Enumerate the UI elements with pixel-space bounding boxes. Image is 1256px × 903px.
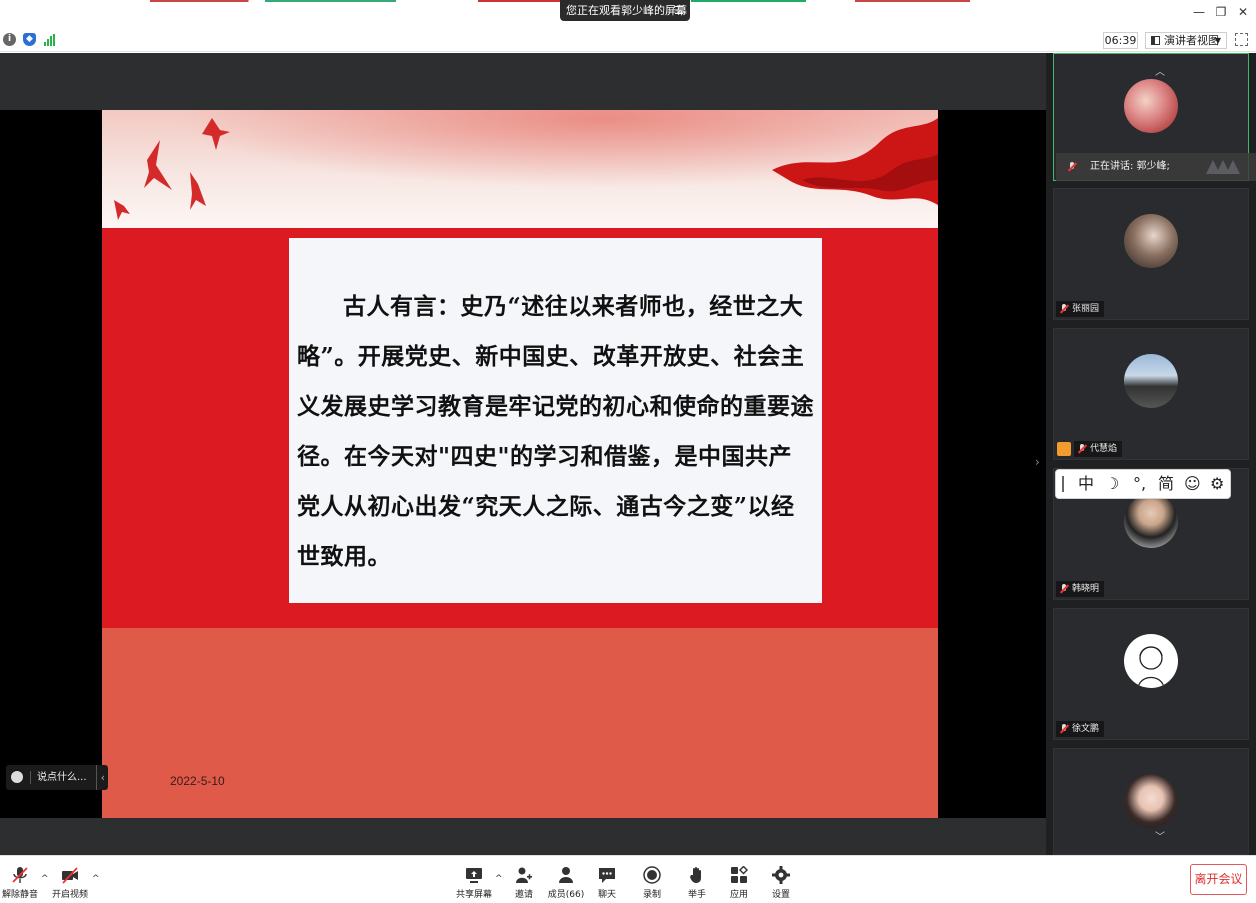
collapse-chat-icon[interactable]: ‹	[95, 765, 105, 790]
window-titlebar: 您正在观看郭少峰的屏幕 ☰ — ❐ ✕	[0, 0, 1256, 28]
record-icon	[643, 866, 661, 884]
speaker-view-icon	[1151, 36, 1160, 45]
view-mode-dropdown[interactable]: 演讲者视图 ▼	[1145, 32, 1227, 49]
dove-and-ribbon-decoration	[114, 118, 938, 220]
participant-name: 张丽园	[1056, 301, 1105, 317]
viewing-text: 您正在观看郭少峰的屏幕	[566, 4, 687, 17]
video-options-icon[interactable]: ^	[92, 874, 100, 884]
shield-icon[interactable]: ◆	[23, 33, 36, 46]
audio-options-icon[interactable]: ^	[41, 874, 49, 884]
scroll-up-icon[interactable]: ︿	[1136, 66, 1184, 80]
script-toggle[interactable]: 简	[1158, 470, 1174, 498]
mic-muted-icon	[1077, 444, 1088, 454]
host-badge-icon	[1057, 442, 1071, 456]
participant-name: 韩晓明	[1056, 581, 1105, 597]
meeting-controls: 解除静音 ^ 开启视频 ^ 共享屏幕 ^ 邀请 成员(66) 聊天 录制 举手 …	[0, 855, 1256, 902]
info-icon[interactable]: i	[3, 33, 16, 46]
avatar	[1124, 79, 1178, 133]
participant-name-text: 张丽园	[1072, 304, 1100, 314]
mic-muted-icon	[1059, 304, 1070, 314]
participant-tile[interactable]: 代慧焰	[1053, 328, 1249, 460]
participant-name: 徐文鹏	[1056, 721, 1105, 737]
leave-meeting-button[interactable]: 离开会议	[1190, 864, 1247, 895]
participant-video-panel: ︿ 正在讲话: 郭少峰; 张丽园 代慧焰 韩晓明 徐文鹏 ﹀	[1046, 53, 1256, 855]
panel-toggle-icon[interactable]: ›	[1035, 455, 1040, 469]
record-button[interactable]: 录制	[632, 856, 672, 903]
minimize-button[interactable]: —	[1190, 5, 1208, 19]
emoji-icon[interactable]	[11, 771, 23, 783]
mic-muted-icon	[1059, 584, 1070, 594]
apps-icon	[731, 866, 748, 883]
camera-off-icon	[62, 867, 78, 884]
meeting-toolbar: i ◆ 06:39 演讲者视图 ▼	[0, 28, 1256, 52]
chevron-down-icon: ▼	[1214, 36, 1221, 45]
sketch-portrait-icon	[1137, 646, 1165, 688]
hand-icon	[690, 867, 701, 883]
avatar	[1124, 634, 1178, 688]
chat-placeholder[interactable]: 说点什么...	[37, 765, 87, 790]
speaking-label: 正在讲话: 郭少峰;	[1090, 161, 1170, 172]
start-video-button[interactable]: 开启视频	[50, 856, 90, 903]
slide-banner	[102, 110, 938, 228]
ime-toolbar[interactable]: 中 ☽ °, 简 ☺ ⚙	[1055, 469, 1231, 499]
participant-tile[interactable]: 张丽园	[1053, 188, 1249, 320]
gear-icon	[772, 866, 790, 884]
moon-icon[interactable]: ☽	[1105, 470, 1119, 498]
gear-icon[interactable]: ⚙	[1210, 470, 1224, 498]
meeting-timer: 06:39	[1103, 32, 1138, 49]
share-screen-icon	[466, 868, 482, 883]
slide-text-card: 古人有言：史乃“述往以来者师也，经世之大略”。开展党史、新中国史、改革开放史、社…	[289, 238, 822, 603]
start-video-label: 开启视频	[51, 890, 88, 900]
slide-paragraph: 古人有言：史乃“述往以来者师也，经世之大略”。开展党史、新中国史、改革开放史、社…	[297, 293, 814, 570]
settings-button[interactable]: 设置	[761, 856, 801, 903]
avatar	[1124, 774, 1178, 828]
share-options-icon[interactable]: ^	[495, 874, 503, 884]
fullscreen-icon[interactable]	[1235, 33, 1248, 46]
slide-date: 2022-5-10	[170, 774, 225, 788]
app-logo-icon	[1206, 160, 1240, 174]
presentation-slide: 古人有言：史乃“述往以来者师也，经世之大略”。开展党史、新中国史、改革开放史、社…	[102, 110, 938, 818]
chat-quick-input[interactable]: 说点什么... ‹	[6, 765, 108, 790]
signal-icon[interactable]	[44, 34, 56, 46]
scroll-down-icon[interactable]: ﹀	[1136, 831, 1184, 845]
avatar	[1124, 494, 1178, 548]
share-screen-button[interactable]: 共享屏幕	[454, 856, 494, 903]
speaking-indicator: 正在讲话: 郭少峰;	[1056, 153, 1256, 181]
restore-button[interactable]: ❐	[1212, 5, 1230, 19]
participant-tile[interactable]: 徐文鹏	[1053, 608, 1249, 740]
viewing-indicator[interactable]: 您正在观看郭少峰的屏幕 ☰	[560, 0, 690, 21]
participant-tile[interactable]: ﹀	[1053, 748, 1249, 855]
avatar	[1124, 214, 1178, 268]
members-icon	[559, 867, 573, 883]
participant-name-text: 韩晓明	[1072, 584, 1100, 594]
view-mode-label: 演讲者视图	[1164, 34, 1219, 47]
close-button[interactable]: ✕	[1234, 5, 1252, 19]
avatar	[1124, 354, 1178, 408]
mic-muted-icon	[12, 867, 28, 883]
mic-muted-icon	[1067, 162, 1078, 172]
settings-label: 设置	[771, 890, 790, 900]
participant-name-text: 代慧焰	[1090, 444, 1118, 454]
punctuation-toggle[interactable]: °,	[1133, 470, 1146, 498]
participant-name: 代慧焰	[1074, 441, 1123, 457]
chat-icon	[599, 868, 615, 883]
add-user-icon	[516, 867, 532, 883]
participant-name-text: 徐文鹏	[1072, 724, 1100, 734]
emoji-icon[interactable]: ☺	[1184, 470, 1201, 498]
ime-drag-handle[interactable]	[1062, 476, 1064, 492]
chat-button[interactable]: 聊天	[587, 856, 627, 903]
mic-muted-icon	[1059, 724, 1070, 734]
ime-mode-toggle[interactable]: 中	[1078, 470, 1094, 498]
unmute-button[interactable]: 解除静音	[0, 856, 40, 903]
menu-icon[interactable]: ☰	[674, 0, 684, 21]
participant-tile-speaker[interactable]: ︿ 正在讲话: 郭少峰;	[1053, 53, 1256, 181]
